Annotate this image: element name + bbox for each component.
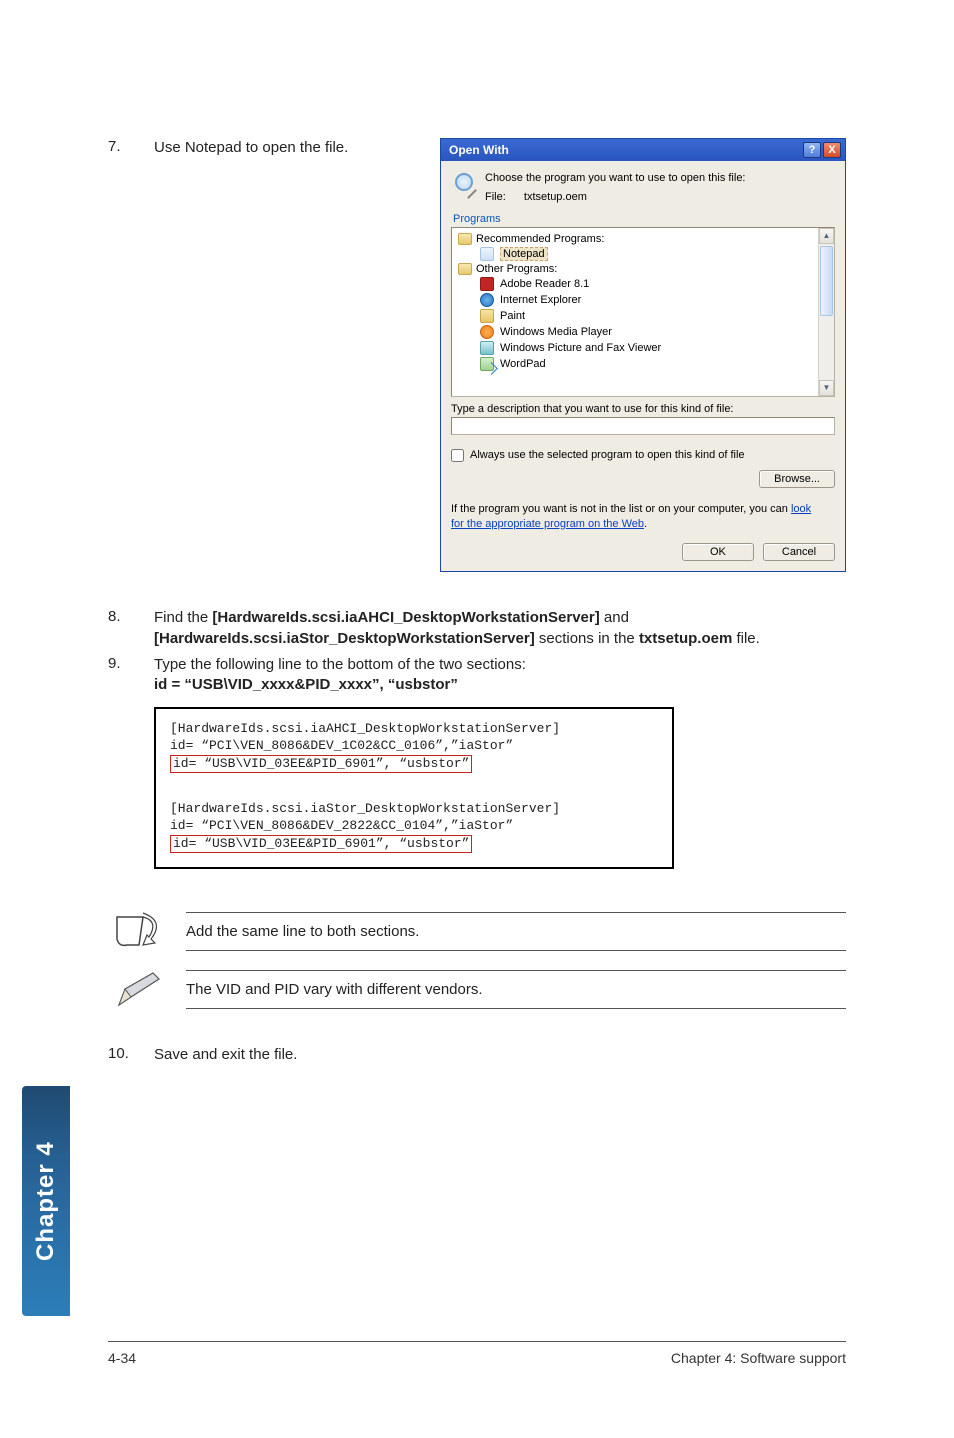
note-1: Add the same line to both sections. [108, 907, 846, 955]
program-item-adobe[interactable]: Adobe Reader 8.1 [458, 276, 830, 292]
step-number: 8. [108, 608, 154, 625]
step-number: 7. [108, 138, 154, 155]
file-label: File: [485, 191, 506, 203]
note-2: The VID and PID vary with different vend… [108, 965, 846, 1013]
adobe-icon [480, 277, 494, 291]
notepad-icon [480, 247, 494, 261]
ie-icon [480, 293, 494, 307]
step-number: 9. [108, 655, 154, 672]
s8-post2: file. [732, 630, 760, 647]
program-label: WordPad [500, 358, 546, 370]
step-9-row: 9. Type the following line to the bottom… [108, 655, 846, 696]
close-icon[interactable]: X [823, 142, 841, 158]
scroll-thumb[interactable] [820, 246, 833, 316]
step-text: Type the following line to the bottom of… [154, 655, 846, 696]
folder-icon [458, 233, 472, 245]
dialog-title: Open With [449, 143, 509, 157]
step-text: Save and exit the file. [154, 1045, 846, 1065]
program-list[interactable]: Recommended Programs: Notepad Other Prog… [451, 227, 835, 397]
step-number: 10. [108, 1045, 154, 1062]
s8-mid: and [600, 609, 629, 626]
open-with-dialog-wrapper: Open With ? X Choose the program you wan… [440, 138, 846, 572]
step-text: Find the [HardwareIds.scsi.iaAHCI_Deskto… [154, 608, 846, 649]
description-label: Type a description that you want to use … [451, 403, 835, 415]
program-item-notepad[interactable]: Notepad [458, 246, 830, 262]
dialog-body: Choose the program you want to use to op… [441, 161, 845, 571]
file-name: txtsetup.oem [524, 191, 587, 203]
wmp-icon [480, 325, 494, 339]
note-text: Add the same line to both sections. [186, 912, 846, 951]
page-footer: 4-34 Chapter 4: Software support [108, 1341, 846, 1366]
paint-icon [480, 309, 494, 323]
group-recommended: Recommended Programs: [458, 232, 830, 246]
cancel-button[interactable]: Cancel [763, 543, 835, 561]
program-item-ie[interactable]: Internet Explorer [458, 292, 830, 308]
link-pre: If the program you want is not in the li… [451, 503, 791, 515]
scroll-up-icon[interactable]: ▲ [819, 228, 834, 244]
s8-pre: Find the [154, 609, 212, 626]
wordpad-icon [480, 357, 494, 371]
code-l2: id= “PCI\VEN_8086&DEV_1C02&CC_0106”,”iaS… [170, 738, 513, 753]
ok-button[interactable]: OK [682, 543, 754, 561]
look-link-1[interactable]: look [791, 503, 811, 515]
group-recommended-label: Recommended Programs: [476, 233, 604, 245]
program-label: Windows Picture and Fax Viewer [500, 342, 661, 354]
always-use-checkbox[interactable] [451, 449, 464, 462]
link-post: . [644, 518, 647, 530]
code-block: [HardwareIds.scsi.iaAHCI_DesktopWorkstat… [154, 707, 674, 869]
open-with-dialog: Open With ? X Choose the program you wan… [440, 138, 846, 572]
program-label: Paint [500, 310, 525, 322]
look-link-2[interactable]: for the appropriate program on the Web [451, 518, 644, 530]
code-l3: id= “USB\VID_03EE&PID_6901”, “usbstor” [170, 755, 472, 774]
program-item-paint[interactable]: Paint [458, 308, 830, 324]
step-7-row: 7. Use Notepad to open the file. Open Wi… [108, 138, 846, 572]
scroll-down-icon[interactable]: ▼ [819, 380, 834, 396]
always-use-label: Always use the selected program to open … [470, 449, 745, 461]
dialog-titlebar[interactable]: Open With ? X [441, 139, 845, 161]
programs-label: Programs [453, 213, 835, 225]
s9-line1: Type the following line to the bottom of… [154, 655, 846, 675]
program-label: Notepad [500, 247, 548, 261]
program-item-wordpad[interactable]: WordPad [458, 356, 830, 372]
picview-icon [480, 341, 494, 355]
group-other: Other Programs: [458, 262, 830, 276]
code-l5: id= “PCI\VEN_8086&DEV_2822&CC_0104”,”iaS… [170, 818, 513, 833]
code-l6: id= “USB\VID_03EE&PID_6901”, “usbstor” [170, 835, 472, 854]
code-l4: [HardwareIds.scsi.iaStor_DesktopWorkstat… [170, 801, 560, 816]
note-text: The VID and PID vary with different vend… [186, 970, 846, 1009]
help-icon[interactable]: ? [803, 142, 821, 158]
description-input[interactable] [451, 417, 835, 435]
s8-post1: sections in the [535, 630, 639, 647]
dialog-message: Choose the program you want to use to op… [451, 169, 835, 211]
program-label: Adobe Reader 8.1 [500, 278, 589, 290]
program-label: Internet Explorer [500, 294, 581, 306]
pencil-icon [108, 965, 168, 1013]
magnifier-icon [453, 171, 477, 195]
note-icon [108, 907, 168, 955]
program-item-picview[interactable]: Windows Picture and Fax Viewer [458, 340, 830, 356]
s8-b3: txtsetup.oem [639, 630, 732, 647]
dialog-prompt: Choose the program you want to use to op… [485, 171, 746, 186]
program-label: Windows Media Player [500, 326, 612, 338]
page-number: 4-34 [108, 1350, 136, 1366]
footer-title: Chapter 4: Software support [671, 1350, 846, 1366]
s9-line2: id = “USB\VID_xxxx&PID_xxxx”, “usbstor” [154, 675, 846, 695]
chapter-tab: Chapter 4 [22, 1086, 70, 1316]
scrollbar[interactable]: ▲ ▼ [818, 228, 834, 396]
page: 7. Use Notepad to open the file. Open Wi… [0, 0, 954, 1438]
browse-button[interactable]: Browse... [759, 470, 835, 488]
group-other-label: Other Programs: [476, 263, 557, 275]
step-10-row: 10. Save and exit the file. [108, 1045, 846, 1065]
step-text: Use Notepad to open the file. [154, 138, 424, 158]
program-item-wmp[interactable]: Windows Media Player [458, 324, 830, 340]
s8-b1: [HardwareIds.scsi.iaAHCI_DesktopWorkstat… [212, 609, 599, 626]
code-l1: [HardwareIds.scsi.iaAHCI_DesktopWorkstat… [170, 721, 560, 736]
web-lookup-text: If the program you want is not in the li… [451, 502, 835, 532]
s8-b2: [HardwareIds.scsi.iaStor_DesktopWorkstat… [154, 630, 535, 647]
step-8-row: 8. Find the [HardwareIds.scsi.iaAHCI_Des… [108, 608, 846, 649]
folder-icon [458, 263, 472, 275]
step-7-left: 7. Use Notepad to open the file. [108, 138, 424, 164]
